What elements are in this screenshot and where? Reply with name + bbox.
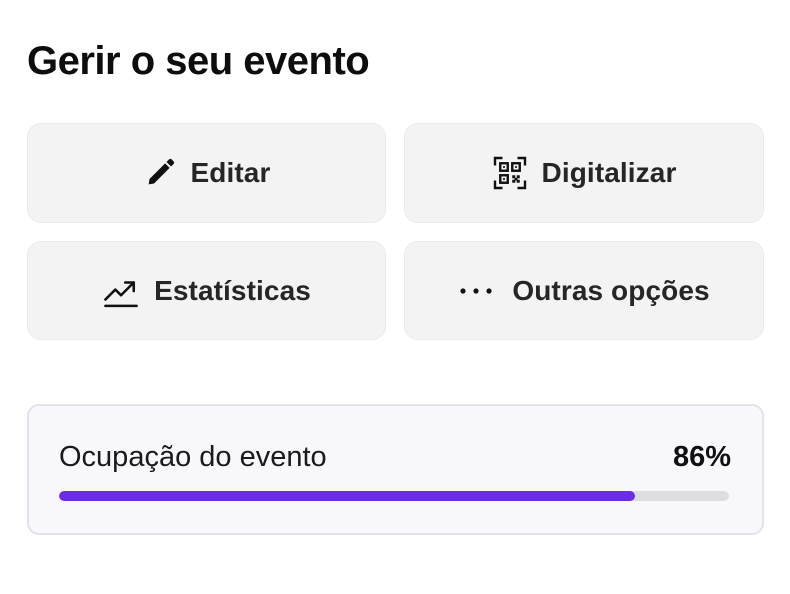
pencil-icon [143,156,177,190]
occupancy-label: Ocupação do evento [59,441,327,473]
qr-code-icon [492,155,528,191]
page-title: Gerir o seu evento [27,39,370,83]
statistics-button-label: Estatísticas [154,274,311,306]
edit-button[interactable]: Editar [27,123,386,223]
statistics-button[interactable]: Estatísticas [27,241,386,340]
event-occupancy-card: Ocupação do evento 86% [27,404,764,535]
more-options-button-label: Outras opções [512,274,710,306]
occupancy-progress-bar [59,491,729,501]
more-options-button[interactable]: Outras opções [404,241,764,340]
trending-up-icon [102,274,140,308]
occupancy-progress-fill [59,491,636,501]
actions-grid: Editar Digitalizar Estatísticas Outras o… [27,123,764,340]
scan-button-label: Digitalizar [541,157,677,188]
edit-button-label: Editar [190,157,271,188]
occupancy-percentage: 86% [672,441,731,473]
more-horizontal-icon [458,285,498,297]
scan-button[interactable]: Digitalizar [404,123,764,223]
